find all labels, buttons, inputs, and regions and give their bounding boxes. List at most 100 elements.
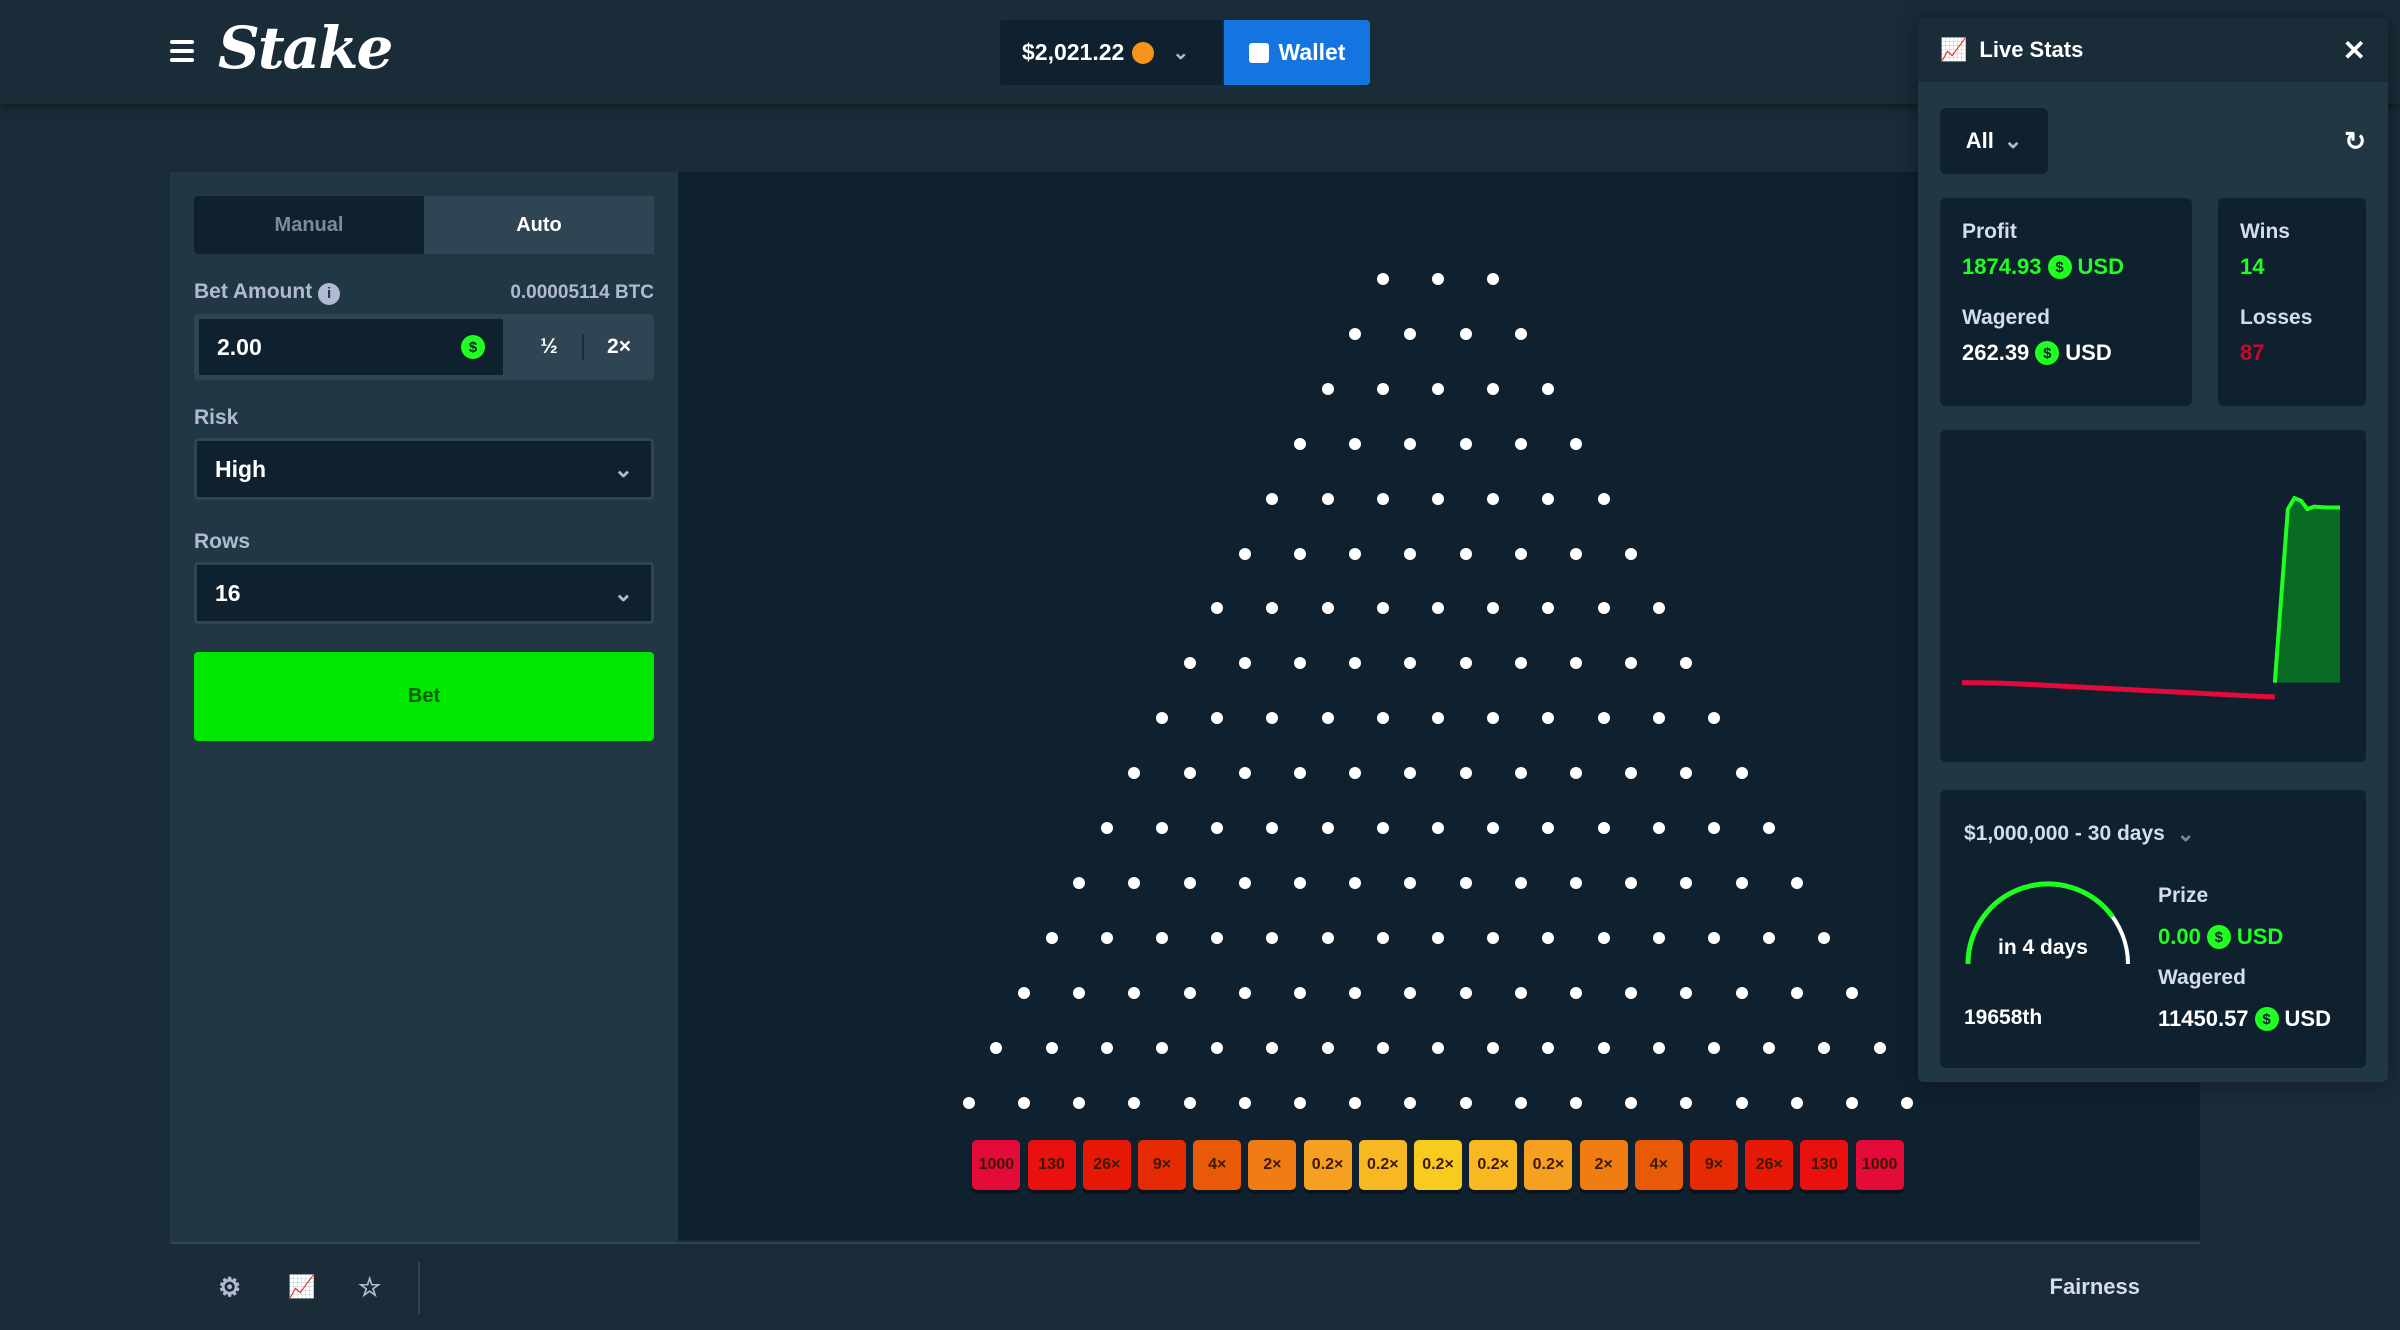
balance-selector[interactable]: $2,021.22 ⌄ bbox=[1000, 20, 1222, 85]
peg bbox=[1708, 712, 1720, 725]
wins-value: 14 bbox=[2240, 254, 2265, 279]
peg bbox=[1570, 437, 1582, 450]
peg bbox=[1652, 1041, 1665, 1054]
peg bbox=[1487, 1041, 1500, 1054]
peg bbox=[1321, 712, 1334, 725]
peg bbox=[1487, 931, 1500, 944]
chevron-down-icon: ⌄ bbox=[613, 579, 633, 606]
wallet-button[interactable]: Wallet bbox=[1224, 20, 1370, 85]
peg bbox=[1790, 876, 1803, 889]
peg bbox=[1459, 767, 1472, 780]
peg bbox=[1735, 986, 1748, 999]
bet-amount-label-text: Bet Amount bbox=[194, 280, 313, 303]
peg bbox=[1708, 822, 1720, 834]
peg bbox=[1652, 712, 1665, 725]
peg bbox=[1349, 767, 1362, 780]
race-wagered-value: 11450.57 $ USD bbox=[2158, 1006, 2331, 1031]
bet-button[interactable]: Bet bbox=[194, 652, 654, 741]
peg bbox=[1045, 931, 1058, 944]
tab-auto[interactable]: Auto bbox=[424, 196, 654, 254]
rows-label: Rows bbox=[194, 530, 251, 553]
stake-logo[interactable]: Stake bbox=[218, 14, 393, 82]
peg bbox=[1238, 767, 1251, 780]
peg bbox=[1266, 1041, 1279, 1054]
bet-amount-btc: 0.00005114 BTC bbox=[510, 282, 654, 303]
peg bbox=[1570, 767, 1582, 780]
peg bbox=[1294, 547, 1306, 560]
peg bbox=[1570, 876, 1582, 889]
multiplier-bucket: 9× bbox=[1690, 1140, 1738, 1190]
peg bbox=[1294, 657, 1306, 670]
peg bbox=[1625, 547, 1638, 560]
multiplier-bucket: 0.2× bbox=[1303, 1140, 1352, 1190]
peg bbox=[1100, 931, 1113, 944]
peg bbox=[1735, 876, 1748, 889]
race-wagered-label: Wagered bbox=[2158, 966, 2246, 989]
prize-label: Prize bbox=[2158, 884, 2209, 907]
stats-filter-select[interactable]: All ⌄ bbox=[1940, 108, 2048, 174]
peg bbox=[1790, 986, 1803, 999]
live-stats-chart-icon[interactable]: 📈 bbox=[288, 1274, 315, 1300]
peg bbox=[1376, 822, 1389, 834]
usd-coin-icon: $ bbox=[2206, 925, 2231, 949]
peg bbox=[1459, 657, 1472, 670]
peg bbox=[1321, 492, 1334, 505]
peg bbox=[1459, 876, 1472, 889]
risk-select[interactable]: High ⌄ bbox=[194, 438, 654, 500]
peg bbox=[1514, 437, 1527, 450]
peg bbox=[1266, 492, 1279, 505]
race-rank: 19658th bbox=[1964, 1006, 2043, 1029]
peg bbox=[1680, 657, 1693, 670]
peg bbox=[1211, 931, 1224, 944]
peg bbox=[1432, 492, 1444, 505]
half-button[interactable]: ½ bbox=[516, 314, 582, 380]
settings-gear-icon[interactable]: ⚙ bbox=[218, 1272, 241, 1303]
peg bbox=[1432, 712, 1444, 725]
peg bbox=[1432, 602, 1444, 615]
prize-value: 0.00 $ USD bbox=[2158, 924, 2284, 949]
risk-value: High bbox=[215, 455, 267, 482]
peg bbox=[1349, 1096, 1362, 1109]
usd-coin-icon: $ bbox=[2254, 1007, 2279, 1031]
peg bbox=[1846, 1096, 1858, 1109]
wagered-label: Wagered bbox=[1962, 306, 2050, 329]
peg bbox=[962, 1096, 975, 1109]
close-icon[interactable]: ✕ bbox=[2343, 34, 2366, 67]
info-icon[interactable]: i bbox=[318, 283, 341, 305]
rows-select[interactable]: 16 ⌄ bbox=[194, 562, 654, 624]
multiplier-bucket: 2× bbox=[1248, 1140, 1297, 1190]
favorite-star-icon[interactable]: ☆ bbox=[358, 1272, 381, 1303]
peg bbox=[1294, 437, 1306, 450]
peg bbox=[1156, 822, 1168, 834]
peg bbox=[1266, 931, 1279, 944]
peg bbox=[1156, 931, 1168, 944]
losses-value: 87 bbox=[2240, 340, 2265, 365]
tab-manual[interactable]: Manual bbox=[194, 196, 424, 254]
peg bbox=[1487, 382, 1500, 395]
wins-label: Wins bbox=[2240, 220, 2290, 243]
stats-chart-icon: 📈 bbox=[1940, 37, 1968, 62]
refresh-icon[interactable]: ↻ bbox=[2344, 126, 2366, 157]
bet-amount-label: Bet Amount i bbox=[194, 280, 341, 305]
peg bbox=[1349, 547, 1362, 560]
peg bbox=[1294, 1096, 1306, 1109]
double-button[interactable]: 2× bbox=[584, 314, 654, 380]
peg bbox=[1376, 382, 1389, 395]
race-selector[interactable]: $1,000,000 - 30 days ⌄ bbox=[1964, 822, 2194, 847]
bet-amount-input[interactable]: 2.00 $ bbox=[196, 316, 506, 378]
menu-icon[interactable] bbox=[170, 40, 194, 64]
peg bbox=[1652, 931, 1665, 944]
peg bbox=[1459, 986, 1472, 999]
peg bbox=[1073, 986, 1086, 999]
wagered-value: 262.39 $ USD bbox=[1962, 340, 2112, 365]
peg bbox=[1266, 822, 1279, 834]
bitcoin-icon bbox=[1132, 41, 1155, 64]
peg bbox=[1514, 876, 1527, 889]
peg bbox=[1763, 822, 1776, 834]
peg bbox=[1238, 657, 1251, 670]
peg bbox=[1597, 492, 1610, 505]
peg bbox=[1211, 712, 1224, 725]
peg bbox=[1735, 1096, 1748, 1109]
multiplier-bucket: 130 bbox=[1027, 1140, 1076, 1190]
fairness-link[interactable]: Fairness bbox=[2050, 1274, 2141, 1300]
